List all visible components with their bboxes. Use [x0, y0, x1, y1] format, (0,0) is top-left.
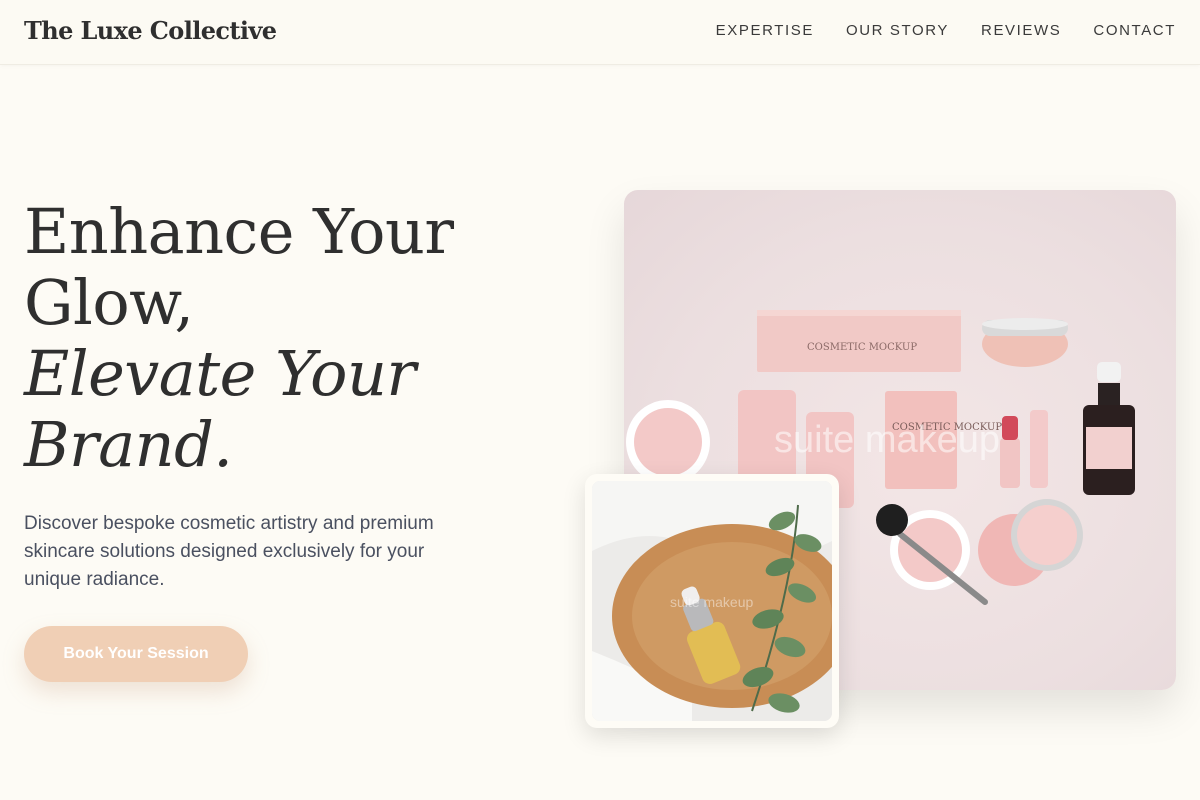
nav-expertise[interactable]: EXPERTISE — [716, 22, 814, 39]
hero-title: Enhance Your Glow, Elevate Your Brand. — [24, 196, 454, 480]
main-watermark: suite makeup — [774, 419, 1000, 461]
main-nav: EXPERTISE OUR STORY REVIEWS CONTACT — [716, 22, 1176, 39]
hero-title-line-3: Elevate Your — [24, 337, 416, 410]
hero-title-line-2: Glow, — [24, 266, 194, 339]
box-label: COSMETIC MOCKUP — [807, 342, 917, 353]
nav-contact[interactable]: CONTACT — [1093, 22, 1176, 39]
hero-subtitle: Discover bespoke cosmetic artistry and p… — [24, 513, 434, 590]
book-session-button[interactable]: Book Your Session — [24, 626, 248, 682]
small-watermark: suite makeup — [670, 594, 753, 610]
nav-our-story[interactable]: OUR STORY — [846, 22, 949, 39]
hero-title-line-4: Brand. — [24, 408, 233, 481]
nav-reviews[interactable]: REVIEWS — [981, 22, 1061, 39]
hero-title-line-1: Enhance Your — [24, 195, 454, 268]
site-header: The Luxe Collective EXPERTISE OUR STORY … — [0, 0, 1200, 65]
brand-logo[interactable]: The Luxe Collective — [24, 16, 277, 45]
serum-product-image: suite makeup — [585, 474, 839, 728]
